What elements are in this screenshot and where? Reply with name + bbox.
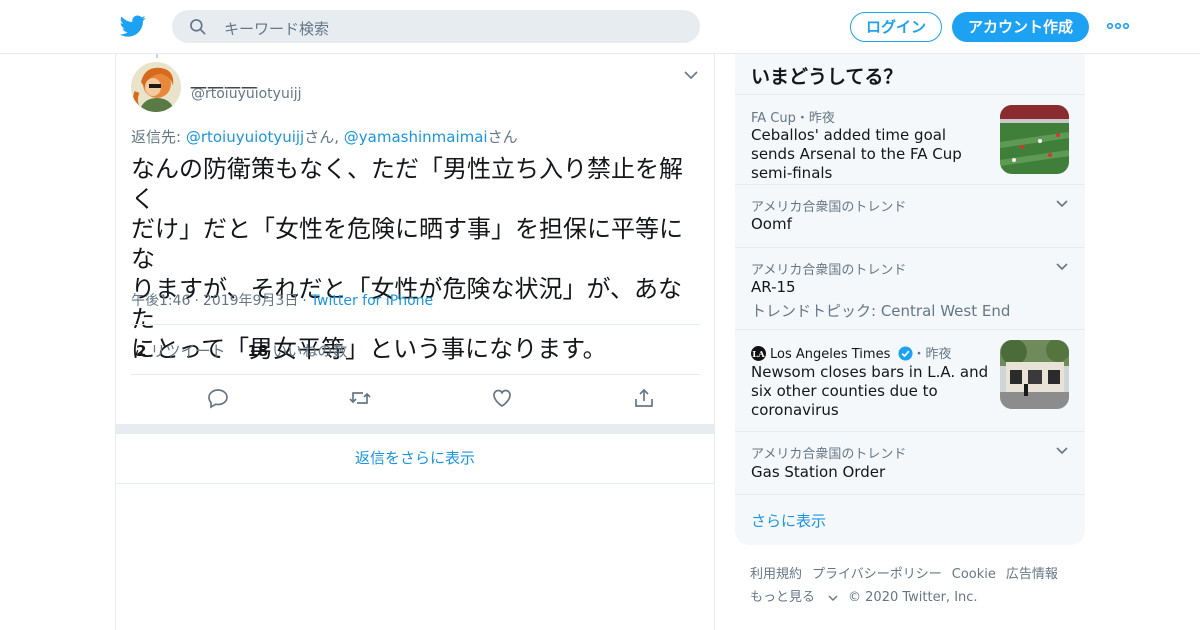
reply-icon[interactable]	[206, 386, 230, 410]
trend-context: アメリカ合衆国のトレンド	[751, 447, 907, 462]
trend-title: Oomf	[751, 215, 792, 233]
tweet-stats: 2 リツイート 18 いいねの数	[136, 340, 347, 361]
footer-link-ads[interactable]: 広告情報	[1006, 567, 1058, 582]
divider	[131, 324, 700, 325]
footer-links-row: 利用規約 プライバシーポリシー Cookie 広告情報	[750, 563, 1080, 586]
footer-second-row: もっと見る © 2020 Twitter, Inc.	[750, 586, 1080, 609]
search-placeholder: キーワード検索	[224, 20, 330, 38]
trend-time: ・昨夜	[912, 347, 952, 362]
trend-item[interactable]: アメリカ合衆国のトレンド AR-15 トレンドトピック: Central Wes…	[735, 247, 1085, 329]
separator-dot: ·	[194, 293, 199, 309]
search-icon	[190, 19, 206, 35]
reply-prefix: 返信先:	[131, 128, 186, 146]
tweet-column: ＿＿＿＿ @rtoiuyuiotyuijj 返信先: @rtoiuyuiotyu…	[115, 54, 715, 630]
trend-context: アメリカ合衆国のトレンド	[751, 200, 907, 215]
footer-copyright: © 2020 Twitter, Inc.	[848, 590, 978, 605]
trend-title: Ceballos' added time goal sends Arsenal …	[751, 126, 962, 182]
more-options-icon[interactable]	[1106, 18, 1130, 34]
footer-link-terms[interactable]: 利用規約	[750, 567, 802, 582]
trend-item[interactable]: FA Cup・昨夜 Ceballos' added time goal send…	[735, 94, 1085, 184]
signup-button[interactable]: アカウント作成	[952, 12, 1089, 42]
los-angeles-times-logo-icon: LA	[751, 346, 766, 361]
retweet-count[interactable]: 2	[136, 342, 146, 360]
trends-panel: いまどうしてる？ FA Cup・昨夜 Ceballos' added time …	[735, 54, 1085, 545]
trend-item[interactable]: アメリカ合衆国のトレンド Gas Station Order	[735, 431, 1085, 494]
share-icon[interactable]	[632, 386, 656, 410]
tweet-text: なんの防衛策もなく、ただ「男性立ち入り禁止を解く だけ」だと「女性を危険に晒す事…	[131, 154, 706, 364]
twitter-bird-logo-icon[interactable]	[119, 13, 147, 39]
reply-mention-link[interactable]: @yamashinmaimai	[344, 128, 488, 146]
like-count[interactable]: 18	[247, 342, 268, 360]
trend-item[interactable]: LA Los Angeles Times ・昨夜 Newsom closes b…	[735, 329, 1085, 431]
separator-dot: ·	[302, 293, 307, 309]
footer-link-cookie[interactable]: Cookie	[952, 567, 996, 582]
user-avatar[interactable]	[131, 62, 181, 112]
reply-mention-link[interactable]: @rtoiuyuiotyuijj	[186, 128, 304, 146]
chevron-down-icon[interactable]	[1055, 262, 1069, 272]
like-count-label[interactable]: いいねの数	[272, 342, 347, 360]
verified-badge-icon	[897, 346, 913, 361]
divider	[131, 374, 700, 375]
trend-item[interactable]: アメリカ合衆国のトレンド Oomf	[735, 184, 1085, 247]
trends-title: いまどうしてる？	[751, 66, 903, 88]
trend-subtitle: トレンドトピック: Central West End	[751, 302, 1011, 320]
trend-thumbnail-image[interactable]	[1000, 105, 1069, 174]
svg-text:LA: LA	[752, 349, 765, 359]
tweet-actions	[131, 386, 700, 412]
chevron-down-icon[interactable]	[1055, 446, 1069, 456]
reply-honorific: さん	[487, 128, 518, 146]
reply-honorific: さん,	[304, 128, 344, 146]
like-icon[interactable]	[490, 386, 514, 410]
trend-title: AR-15	[751, 278, 796, 296]
retweet-icon[interactable]	[348, 386, 372, 410]
tweet-date[interactable]: 2019年9月3日	[203, 293, 298, 309]
divider	[735, 494, 1085, 495]
tweet-metadata: 午後1:46 · 2019年9月3日 · Twitter for iPhone	[131, 290, 433, 310]
search-box[interactable]: キーワード検索	[172, 10, 700, 43]
trend-context: FA Cup・昨夜	[751, 111, 835, 126]
trend-context: アメリカ合衆国のトレンド	[751, 263, 907, 278]
chevron-down-icon[interactable]	[683, 68, 699, 82]
reply-context: 返信先: @rtoiuyuiotyuijjさん, @yamashinmaimai…	[131, 126, 518, 147]
chevron-down-icon	[828, 595, 838, 601]
tweet-text-line: だけ」だと「女性を危険に晒す事」を担保に平等にな	[131, 215, 683, 273]
footer-more-label: もっと見る	[750, 590, 816, 605]
tweet-time[interactable]: 午後1:46	[131, 293, 190, 309]
chevron-down-icon[interactable]	[1055, 199, 1069, 209]
show-more-trends-link[interactable]: さらに表示	[751, 510, 826, 531]
footer-more-link[interactable]: もっと見る	[750, 590, 838, 605]
show-more-replies-link[interactable]: 返信をさらに表示	[116, 434, 714, 484]
trend-title: Newsom closes bars in L.A. and six other…	[751, 363, 989, 419]
top-navigation-bar: キーワード検索 ログイン アカウント作成	[0, 0, 1200, 54]
trend-thumbnail-image[interactable]	[1000, 340, 1069, 409]
login-button[interactable]: ログイン	[850, 12, 942, 42]
tweet-source-link[interactable]: Twitter for iPhone	[311, 293, 433, 309]
footer-link-privacy[interactable]: プライバシーポリシー	[812, 567, 942, 582]
section-separator	[116, 424, 714, 434]
tweet-text-line: なんの防衛策もなく、ただ「男性立ち入り禁止を解く	[131, 155, 683, 213]
thread-connector-line	[156, 54, 158, 58]
user-handle[interactable]: @rtoiuyuiotyuijj	[191, 86, 302, 102]
trend-title: Gas Station Order	[751, 463, 886, 481]
page-footer: 利用規約 プライバシーポリシー Cookie 広告情報 もっと見る © 2020 Twi…	[750, 563, 1080, 609]
trend-source-name: Los Angeles Times	[770, 347, 891, 362]
retweet-count-label[interactable]: リツイート	[150, 342, 225, 360]
trend-context: LA Los Angeles Times ・昨夜	[751, 343, 952, 362]
